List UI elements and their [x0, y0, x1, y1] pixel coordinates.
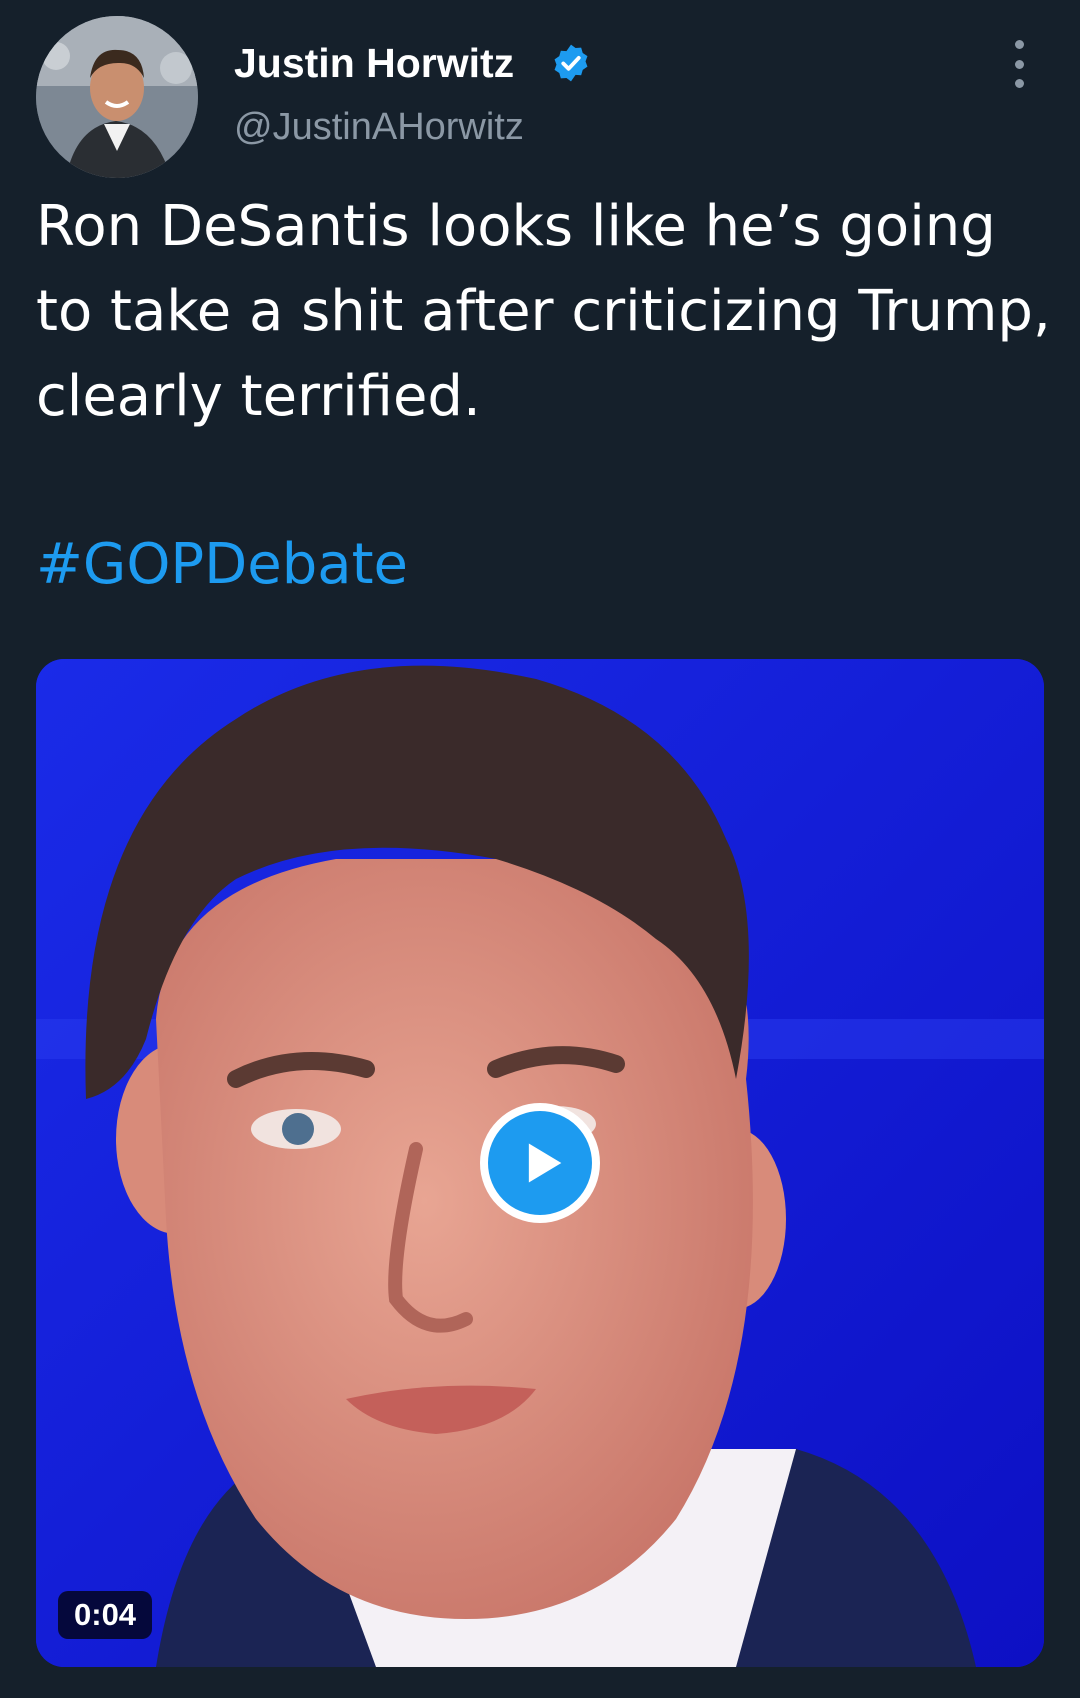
- hashtag-link[interactable]: #GOPDebate: [36, 522, 408, 607]
- play-icon: [528, 1143, 562, 1183]
- avatar-image: [36, 16, 198, 178]
- verified-badge-icon: [554, 44, 588, 82]
- avatar[interactable]: [36, 16, 198, 178]
- more-dot: [1014, 40, 1024, 49]
- video-duration-badge: 0:04: [58, 1591, 153, 1639]
- more-options-icon[interactable]: [1003, 40, 1035, 88]
- tweet-text: Ron DeSantis looks like he’s going to ta…: [36, 194, 1051, 429]
- more-dot: [1014, 59, 1024, 69]
- author-display-name[interactable]: Justin Horwitz: [234, 40, 514, 87]
- play-icon-circle: [488, 1111, 592, 1215]
- author-handle[interactable]: @JustinAHorwitz: [234, 106, 524, 149]
- play-button[interactable]: [480, 1103, 600, 1223]
- tweet: Justin Horwitz @JustinAHorwitz Ron DeSan…: [0, 0, 1080, 1698]
- video-player[interactable]: 0:04: [36, 659, 1044, 1667]
- more-dot: [1014, 79, 1024, 88]
